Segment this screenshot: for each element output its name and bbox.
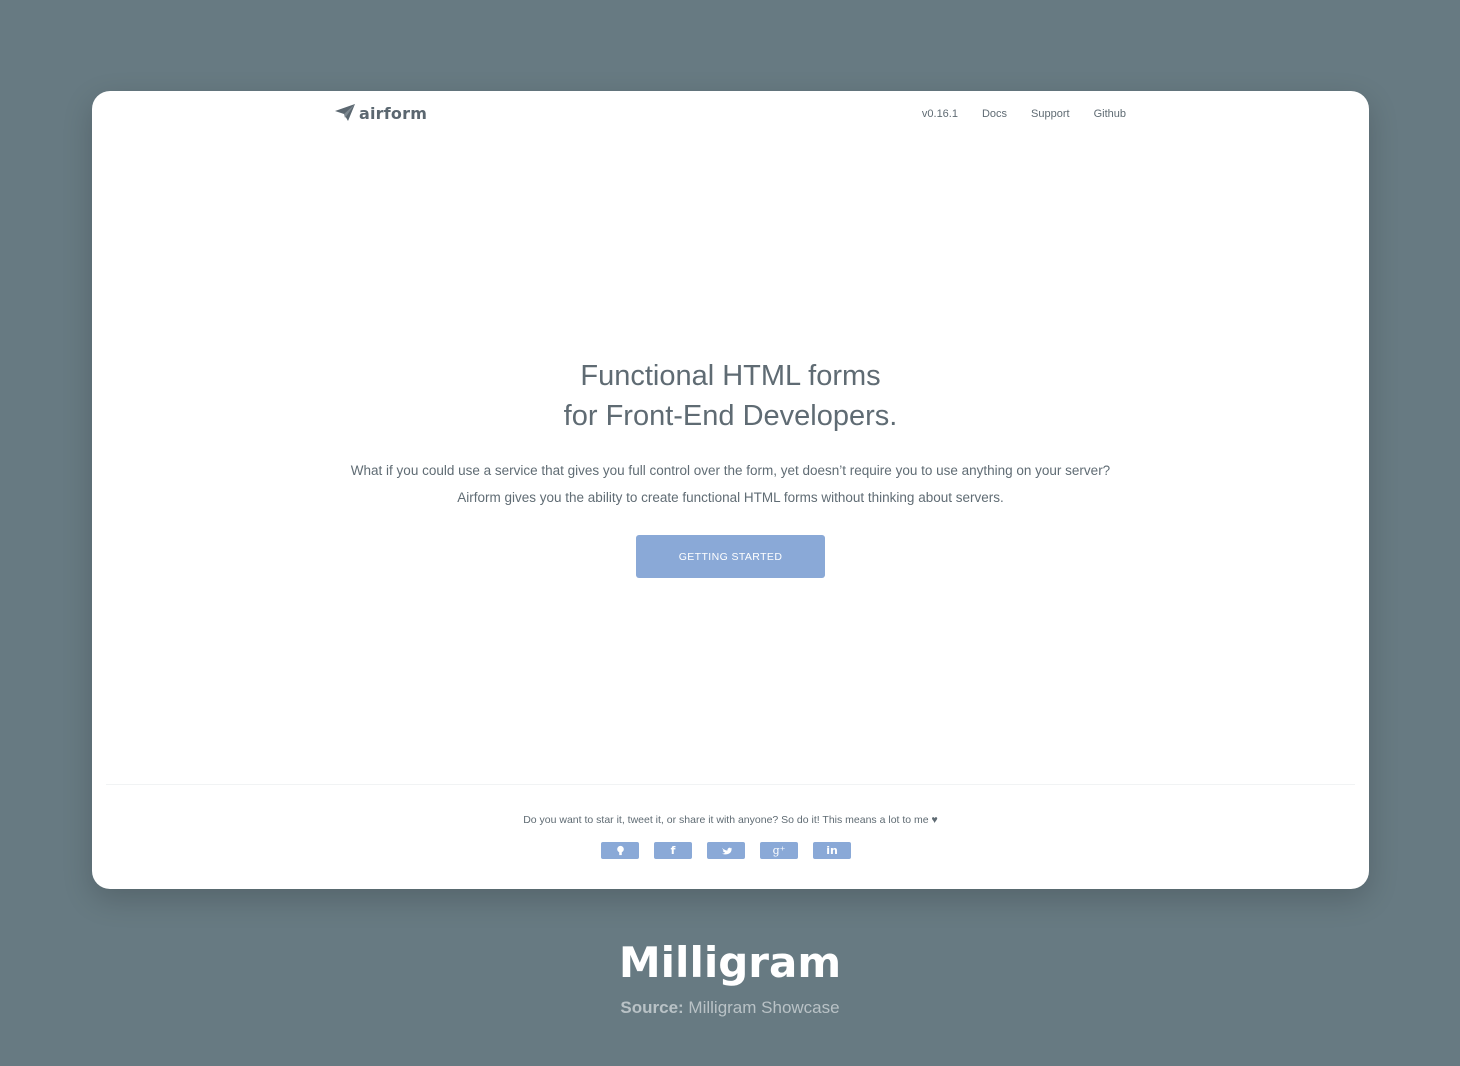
facebook-share-button[interactable]: f — [654, 842, 692, 859]
linkedin-share-button[interactable]: in — [813, 842, 851, 859]
caption-source: Source: Milligram Showcase — [0, 998, 1460, 1018]
github-share-button[interactable] — [601, 842, 639, 859]
heart-icon: ♥ — [931, 814, 938, 826]
logo-text: airform — [359, 103, 428, 123]
hero-description: What if you could use a service that giv… — [350, 463, 1111, 505]
caption-title: Milligram — [618, 938, 842, 987]
source-label: Source: — [620, 998, 684, 1017]
footer-divider — [106, 784, 1355, 785]
top-nav: v0.16.1 Docs Support Github — [922, 108, 1126, 120]
github-icon — [615, 845, 626, 856]
nav-github[interactable]: Github — [1094, 108, 1126, 120]
website-preview-card: airform v0.16.1 Docs Support Github Func… — [92, 91, 1369, 889]
linkedin-icon: in — [826, 844, 838, 857]
footer-message: Do you want to star it, tweet it, or sha… — [92, 814, 1369, 826]
twitter-share-button[interactable] — [707, 842, 745, 859]
google-plus-icon: g⁺ — [772, 844, 786, 857]
nav-docs[interactable]: Docs — [982, 108, 1007, 120]
nav-version[interactable]: v0.16.1 — [922, 108, 958, 120]
nav-support[interactable]: Support — [1031, 108, 1070, 120]
hero-title-line-2: for Front-End Developers. — [563, 400, 898, 432]
google-plus-share-button[interactable]: g⁺ — [760, 842, 798, 859]
source-value: Milligram Showcase — [688, 998, 840, 1017]
getting-started-button[interactable]: GETTING STARTED — [636, 535, 825, 578]
twitter-icon — [721, 845, 732, 856]
showcase-stage: airform v0.16.1 Docs Support Github Func… — [0, 0, 1460, 1066]
footer-message-text: Do you want to star it, tweet it, or sha… — [523, 814, 929, 826]
hero-title-line-1: Functional HTML forms — [580, 360, 881, 392]
hero-title: Functional HTML forms for Front-End Deve… — [92, 356, 1369, 436]
paper-plane-icon — [334, 103, 356, 123]
social-share-buttons: f g⁺ in — [601, 842, 851, 859]
airform-logo[interactable]: airform — [334, 103, 427, 123]
facebook-icon: f — [670, 844, 676, 857]
